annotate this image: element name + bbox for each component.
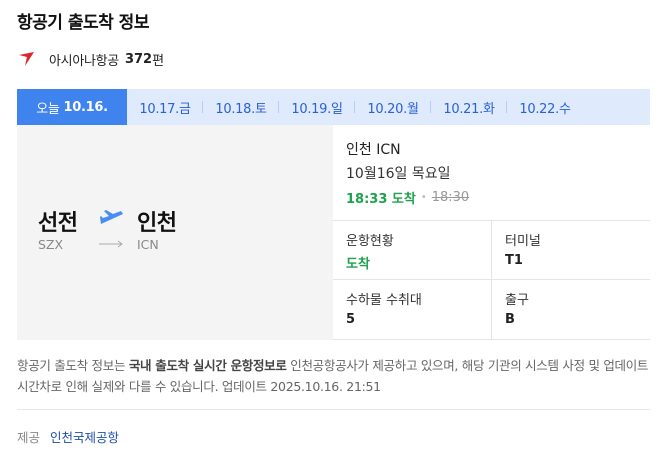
status-label: 운항현황 <box>346 234 394 249</box>
date-tab-label: 10.22.수 <box>519 101 571 117</box>
date-tab-label: 10.17.금 <box>139 101 191 117</box>
status-value: 도착 <box>346 257 370 272</box>
date-tab-5[interactable]: 10.21.화 <box>431 89 507 125</box>
page-title: 항공기 출도착 정보 <box>17 13 149 33</box>
baggage-cell: 수하물 수취대 5 <box>333 280 491 340</box>
date-tab-4[interactable]: 10.20.월 <box>355 89 431 125</box>
date-tabs: 오늘 10.16. 10.17.금 10.18.토 10.19.일 10.20.월… <box>17 89 650 125</box>
status-cell: 운항현황 도착 <box>333 221 491 280</box>
actual-arrival-time: 18:33 도착 <box>346 191 416 207</box>
date-tab-6[interactable]: 10.22.수 <box>507 89 583 125</box>
arrival-airport: 인천 ICN <box>346 142 401 158</box>
notice-part1: 항공기 출도착 정보는 <box>17 358 129 373</box>
airline-name: 아시아나항공 <box>49 53 119 69</box>
baggage-value: 5 <box>346 312 356 327</box>
date-tab-1[interactable]: 10.17.금 <box>127 89 203 125</box>
date-tab-label: 10.20.월 <box>367 101 419 117</box>
flight-header: 아시아나항공 372 편 <box>17 48 164 70</box>
exit-label: 출구 <box>505 293 529 308</box>
origin-city: 선전 <box>38 211 78 236</box>
provider-link[interactable]: 인천국제공항 <box>50 430 119 445</box>
arrival-time: 18:33 도착 • 18:30 <box>346 187 650 207</box>
date-tab-3[interactable]: 10.19.일 <box>279 89 355 125</box>
destination-code: ICN <box>137 237 159 252</box>
scheduled-arrival-time: 18:30 <box>431 189 470 205</box>
arrival-date: 10월16일 목요일 <box>346 166 451 182</box>
exit-cell: 출구 B <box>491 280 650 340</box>
origin-code: SZX <box>38 237 64 252</box>
today-date: 10.16. <box>63 99 109 115</box>
date-tab-label: 10.19.일 <box>291 101 343 117</box>
divider <box>17 409 650 410</box>
exit-value: B <box>505 312 515 327</box>
flight-number: 372 <box>124 51 153 67</box>
provider: 제공 인천국제공항 <box>17 427 119 446</box>
notice-text: 항공기 출도착 정보는 국내 출도착 실시간 운항정보로 인천공항공사가 제공하… <box>17 355 650 397</box>
flight-info: 인천 ICN 10월16일 목요일 18:33 도착 • 18:30 운항현황 … <box>333 125 650 340</box>
today-label: 오늘 <box>36 101 60 117</box>
terminal-value: T1 <box>505 253 523 268</box>
arrow-right-icon <box>99 240 123 248</box>
arrival-block: 인천 ICN 10월16일 목요일 18:33 도착 • 18:30 <box>333 125 650 221</box>
date-tab-today[interactable]: 오늘 10.16. <box>17 89 127 125</box>
plane-icon <box>100 210 123 224</box>
date-tab-label: 10.18.토 <box>215 101 267 117</box>
destination-city: 인천 <box>137 211 177 236</box>
date-tab-label: 10.21.화 <box>443 101 495 117</box>
asiana-logo-icon <box>17 49 37 69</box>
flight-panel: 선전 인천 SZX ICN 인천 ICN 10월16일 목요일 18:33 도착… <box>17 125 650 340</box>
notice-bold: 국내 출도착 실시간 운항정보로 <box>128 358 287 373</box>
separator-dot: • <box>420 191 427 203</box>
flight-number-suffix: 편 <box>152 53 165 69</box>
terminal-cell: 터미널 T1 <box>491 221 650 280</box>
date-tab-2[interactable]: 10.18.토 <box>203 89 279 125</box>
provider-label: 제공 <box>17 430 41 445</box>
terminal-label: 터미널 <box>505 234 541 249</box>
route-summary: 선전 인천 SZX ICN <box>17 125 333 340</box>
baggage-label: 수하물 수취대 <box>346 293 422 308</box>
